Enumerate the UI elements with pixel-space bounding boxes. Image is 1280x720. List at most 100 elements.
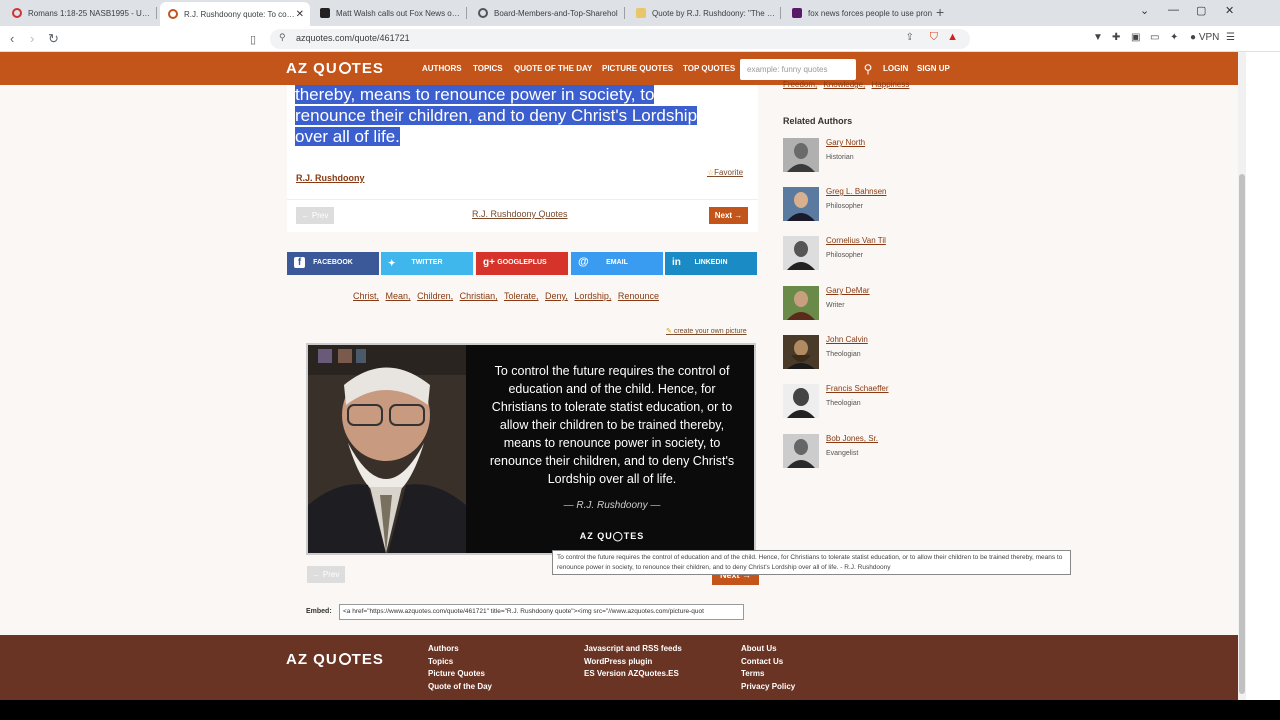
next-button[interactable]: Next → <box>709 207 748 224</box>
author-name[interactable]: Cornelius Van Til <box>826 236 886 245</box>
close-window-icon[interactable]: ✕ <box>1225 4 1234 17</box>
tag-link[interactable]: Tolerate, <box>504 291 539 301</box>
tag-link[interactable]: Lordship, <box>574 291 611 301</box>
tab-fox-news[interactable]: fox news forces people to use pron <box>784 2 934 24</box>
favorite-button[interactable]: ☆Favorite <box>707 168 743 177</box>
author-photo <box>308 345 466 553</box>
footer-link[interactable]: Topics <box>428 656 492 669</box>
share-googleplus-button[interactable]: g+ GOOGLEPLUS <box>476 252 568 275</box>
prev-button-bottom[interactable]: ← Prev <box>307 566 345 583</box>
share-icon[interactable]: ⇪ <box>906 32 914 43</box>
footer-link[interactable]: ES Version AZQuotes.ES <box>584 668 682 681</box>
tab-matt-walsh[interactable]: Matt Walsh calls out Fox News over <box>312 2 462 24</box>
picture-quote[interactable]: To control the future requires the contr… <box>306 343 756 555</box>
forward-icon[interactable]: › <box>30 31 34 46</box>
page-scrollbar[interactable] <box>1238 52 1246 700</box>
related-author-item[interactable]: Francis Schaeffer Theologian <box>783 384 983 420</box>
author-avatar <box>783 236 819 270</box>
leo-icon[interactable]: ✦ <box>1170 32 1178 43</box>
tag-link[interactable]: Christ, <box>353 291 379 301</box>
share-twitter-button[interactable]: ✦ TWITTER <box>381 252 473 275</box>
nav-topics[interactable]: TOPICS <box>473 64 503 73</box>
login-link[interactable]: LOGIN <box>883 64 908 73</box>
footer-link[interactable]: Picture Quotes <box>428 668 492 681</box>
browser-window: Romans 1:18-25 NASB1995 - Unbeli R.J. Ru… <box>0 0 1280 720</box>
search-input[interactable]: example: funny quotes <box>740 59 856 80</box>
sidebar-icon[interactable]: ▣ <box>1131 32 1140 43</box>
footer-logo[interactable]: AZ QU TES <box>286 651 384 668</box>
vpn-button[interactable]: ● VPN <box>1190 32 1219 43</box>
puzzle-icon[interactable]: ✚ <box>1112 32 1120 43</box>
share-facebook-button[interactable]: f FACEBOOK <box>287 252 379 275</box>
share-email-button[interactable]: @ EMAIL <box>571 252 663 275</box>
brave-shield-icon[interactable]: ⛉ <box>930 31 938 44</box>
author-name[interactable]: Greg L. Bahnsen <box>826 187 886 196</box>
footer-link[interactable]: Terms <box>741 668 795 681</box>
tab-romans[interactable]: Romans 1:18-25 NASB1995 - Unbeli <box>4 2 154 24</box>
related-author-item[interactable]: Gary DeMar Writer <box>783 286 983 322</box>
quote-author-link[interactable]: R.J. Rushdoony <box>296 173 365 183</box>
signup-link[interactable]: SIGN UP <box>917 64 950 73</box>
tab-rushdoony-quote[interactable]: R.J. Rushdoony quote: To contr ✕ <box>160 2 310 26</box>
tag-link[interactable]: Christian, <box>460 291 498 301</box>
new-tab-icon[interactable]: + <box>936 4 944 20</box>
nav-quote-of-the-day[interactable]: QUOTE OF THE DAY <box>514 64 592 73</box>
tag-link[interactable]: Happiness <box>872 80 910 89</box>
share-linkedin-button[interactable]: in LINKEDIN <box>665 252 757 275</box>
tag-link[interactable]: Knowledge, <box>823 80 865 89</box>
related-author-item[interactable]: Cornelius Van Til Philosopher <box>783 236 983 272</box>
site-header: AZ QU TES AUTHORS TOPICS QUOTE OF THE DAY… <box>0 52 1238 85</box>
footer-link[interactable]: Contact Us <box>741 656 795 669</box>
related-author-item[interactable]: John Calvin Theologian <box>783 335 983 371</box>
tag-link[interactable]: Mean, <box>386 291 411 301</box>
footer-link[interactable]: Authors <box>428 643 492 656</box>
share-label: GOOGLEPLUS <box>497 259 547 266</box>
related-author-item[interactable]: Greg L. Bahnsen Philosopher <box>783 187 983 223</box>
footer-link[interactable]: WordPress plugin <box>584 656 682 669</box>
bookmark-icon[interactable]: ▯ <box>250 33 256 46</box>
nav-top-quotes[interactable]: TOP QUOTES <box>683 64 735 73</box>
maximize-icon[interactable]: ▢ <box>1196 4 1206 17</box>
author-name[interactable]: Bob Jones, Sr. <box>826 434 878 443</box>
create-own-label: create your own picture <box>673 328 747 335</box>
azquotes-logo[interactable]: AZ QU TES <box>286 60 384 77</box>
author-name[interactable]: Gary North <box>826 138 865 147</box>
brave-rewards-icon[interactable]: ▲ <box>947 31 958 43</box>
tag-link[interactable]: Children, <box>417 291 453 301</box>
reload-icon[interactable]: ↻ <box>48 31 59 47</box>
nav-picture-quotes[interactable]: PICTURE QUOTES <box>602 64 673 73</box>
related-author-item[interactable]: Gary North Historian <box>783 138 983 174</box>
related-author-item[interactable]: Bob Jones, Sr. Evangelist <box>783 434 983 470</box>
site-info-icon[interactable]: ⚲ <box>279 32 286 43</box>
footer-link[interactable]: Privacy Policy <box>741 681 795 694</box>
footer-link[interactable]: About Us <box>741 643 795 656</box>
author-name[interactable]: Francis Schaeffer <box>826 384 889 393</box>
extension-icon[interactable]: ▼ <box>1093 32 1103 43</box>
prev-button[interactable]: ← Prev <box>296 207 334 224</box>
author-name[interactable]: Gary DeMar <box>826 286 870 295</box>
close-tab-icon[interactable]: ✕ <box>296 9 304 20</box>
author-quotes-link[interactable]: R.J. Rushdoony Quotes <box>472 209 568 219</box>
search-icon[interactable]: ⚲ <box>858 59 878 80</box>
address-bar[interactable]: ⚲ azquotes.com/quote/461721 ⇪ ⛉ ▲ <box>270 29 970 49</box>
nav-authors[interactable]: AUTHORS <box>422 64 462 73</box>
tag-link[interactable]: Freedom, <box>783 80 817 89</box>
create-own-picture-link[interactable]: ✎ create your own picture <box>666 327 747 335</box>
tag-link[interactable]: Deny, <box>545 291 568 301</box>
footer-link[interactable]: Javascript and RSS feeds <box>584 643 682 656</box>
tab-favicon-icon <box>792 8 802 18</box>
tab-search-icon[interactable]: ⌄ <box>1140 4 1149 17</box>
back-icon[interactable]: ‹ <box>10 31 14 46</box>
embed-code-field[interactable]: <a href="https://www.azquotes.com/quote/… <box>339 604 744 620</box>
scrollbar-thumb[interactable] <box>1239 174 1245 694</box>
tab-board-members[interactable]: Board-Members-and-Top-Sharehol <box>470 2 620 24</box>
footer-link[interactable]: Quote of the Day <box>428 681 492 694</box>
menu-icon[interactable]: ☰ <box>1226 32 1235 43</box>
sidebar-top-tags: Freedom, Knowledge, Happiness <box>783 80 913 89</box>
wallet-icon[interactable]: ▭ <box>1150 32 1159 43</box>
author-name[interactable]: John Calvin <box>826 335 868 344</box>
tab-quote-by-rushdoony[interactable]: Quote by R.J. Rushdoony: "The Bibl <box>628 2 778 24</box>
tag-link[interactable]: Renounce <box>618 291 659 301</box>
tab-favicon-icon <box>12 8 22 18</box>
minimize-icon[interactable]: — <box>1168 4 1179 16</box>
